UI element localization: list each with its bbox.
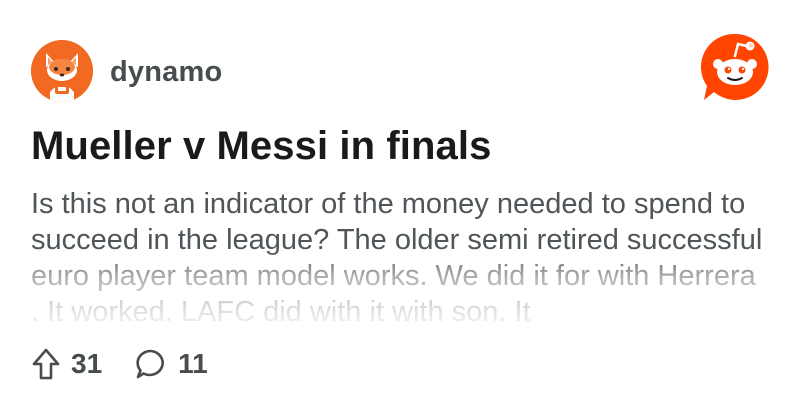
fox-avatar-icon [31,40,93,102]
post-body: Is this not an indicator of the money ne… [31,188,763,326]
upvote-arrow-icon [31,347,61,381]
comment-bubble-icon [134,347,168,381]
post-stats: 31 11 [31,344,240,384]
post-card: dynamo Mueller v Messi in finals Is this… [0,0,800,419]
post-title[interactable]: Mueller v Messi in finals [31,124,491,169]
upvote-button[interactable]: 31 [31,347,102,381]
author-username[interactable]: dynamo [110,56,222,89]
reddit-logo-icon [700,32,770,102]
upvote-count: 31 [71,348,103,379]
comment-count: 11 [178,348,208,379]
author-avatar[interactable] [31,40,93,102]
comments-button[interactable]: 11 [134,347,208,381]
